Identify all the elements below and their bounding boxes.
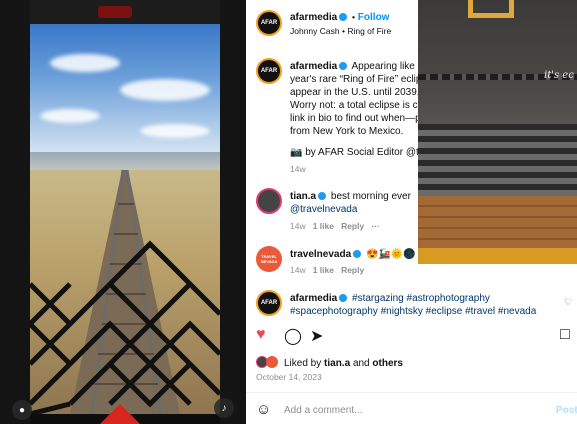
- caption-avatar[interactable]: AFAR: [256, 58, 282, 84]
- liked-by-and: and: [352, 358, 370, 369]
- liked-by-user[interactable]: tian.a: [324, 358, 350, 369]
- hashtags-line-1[interactable]: #stargazing #astrophotography: [352, 293, 490, 304]
- reply-button[interactable]: Reply: [341, 221, 364, 231]
- caption-author[interactable]: afarmedia: [290, 61, 337, 72]
- comment-likes[interactable]: 1 like: [313, 221, 334, 231]
- comment-author[interactable]: travelnevada: [290, 249, 351, 260]
- comment-author[interactable]: tian.a: [290, 191, 316, 202]
- comment-1-meta: 14w 1 like Reply ···: [290, 221, 380, 231]
- camera-emoji-icon: 📷: [290, 147, 303, 158]
- yellow-sign-shape: [468, 0, 514, 18]
- caption-line-1: afarmedia Appearing like a: [290, 60, 423, 73]
- audio-track[interactable]: Johnny Cash • Ring of Fire: [290, 25, 391, 38]
- commenter-avatar[interactable]: AFAR: [256, 290, 282, 316]
- verified-icon: [353, 250, 362, 259]
- author-avatar[interactable]: AFAR: [256, 10, 282, 36]
- share-icon[interactable]: ➤: [310, 326, 323, 346]
- comment-time: 14w: [290, 265, 306, 275]
- caption-line-4: Worry not: a total eclipse is c: [290, 100, 418, 111]
- overlay-caption: it's ec: [544, 70, 574, 81]
- liked-by-text: Liked by tian.a and others: [284, 357, 403, 370]
- yellow-stripe: [418, 248, 577, 264]
- editor-credit: by AFAR Social Editor @tia: [305, 147, 427, 158]
- comment-2-meta: 14w 1 like Reply: [290, 265, 364, 275]
- caption-text: Appearing like a: [351, 61, 424, 72]
- verified-icon: [339, 62, 348, 71]
- comment-author[interactable]: afarmedia: [290, 293, 337, 304]
- track-and-fence-graphic: [30, 169, 220, 414]
- comment-like-icon[interactable]: ♡: [564, 296, 572, 309]
- smiley-icon[interactable]: ☺: [256, 402, 271, 417]
- post-date: October 14, 2023: [256, 372, 322, 382]
- rails: [418, 124, 577, 204]
- comment-body: best morning ever: [330, 191, 411, 202]
- comment-mention[interactable]: @travelnevada: [290, 203, 357, 216]
- dot-separator: •: [352, 12, 356, 22]
- comment-likes[interactable]: 1 like: [313, 265, 334, 275]
- comment-icon[interactable]: ◯: [284, 326, 302, 346]
- comment-body: 😍🚂🌞🌑: [365, 249, 416, 260]
- overlay-photo: it's ec: [418, 0, 577, 264]
- red-marker: [100, 404, 140, 424]
- mute-icon[interactable]: ♪: [214, 398, 234, 418]
- verified-icon: [318, 192, 327, 201]
- door-frame-right: [220, 0, 246, 424]
- add-comment-input[interactable]: Add a comment...: [284, 404, 362, 417]
- comment-time: 14w: [290, 221, 306, 231]
- user-icon[interactable]: ●: [12, 400, 32, 420]
- more-options-icon[interactable]: ···: [371, 221, 380, 231]
- caption-line-5: link in bio to find out when—p: [290, 113, 421, 124]
- author-row: afarmedia • Follow: [290, 11, 389, 24]
- bookmark-icon[interactable]: □: [560, 326, 570, 344]
- comment-1-text: tian.a best morning ever: [290, 190, 411, 203]
- post-comment-button[interactable]: Post: [556, 404, 577, 417]
- reply-button[interactable]: Reply: [341, 265, 364, 275]
- commenter-avatar[interactable]: [256, 188, 282, 214]
- hashtags-line-2[interactable]: #spacephotography #nightsky #eclipse #tr…: [290, 305, 536, 318]
- liked-by-prefix: Liked by: [284, 358, 322, 369]
- verified-icon: [339, 294, 348, 303]
- follow-button[interactable]: Follow: [358, 12, 390, 23]
- caption-line-2: year's rare “Ring of Fire” eclip: [290, 74, 422, 85]
- liker-avatar: [266, 356, 278, 368]
- author-name[interactable]: afarmedia: [290, 12, 337, 23]
- divider: [246, 392, 577, 393]
- caption-time: 14w: [290, 164, 306, 174]
- caption-line-6: from New York to Mexico.: [290, 126, 404, 137]
- verified-icon: [339, 13, 348, 22]
- post-photo[interactable]: ● ♪: [0, 0, 246, 424]
- commenter-avatar[interactable]: TRAVEL NEVADA: [256, 246, 282, 272]
- comment-2-text: travelnevada 😍🚂🌞🌑: [290, 248, 416, 261]
- editor-line: 📷 by AFAR Social Editor @tia: [290, 146, 427, 159]
- heart-icon[interactable]: ♥: [256, 326, 266, 344]
- caption-line-3: appear in the U.S. until 2039.: [290, 87, 420, 98]
- liked-by-others[interactable]: others: [372, 358, 403, 369]
- door-frame-left: [0, 0, 30, 424]
- red-light: [98, 6, 132, 18]
- railway-scene: [30, 24, 220, 414]
- comment-3-text: afarmedia #stargazing #astrophotography: [290, 292, 490, 305]
